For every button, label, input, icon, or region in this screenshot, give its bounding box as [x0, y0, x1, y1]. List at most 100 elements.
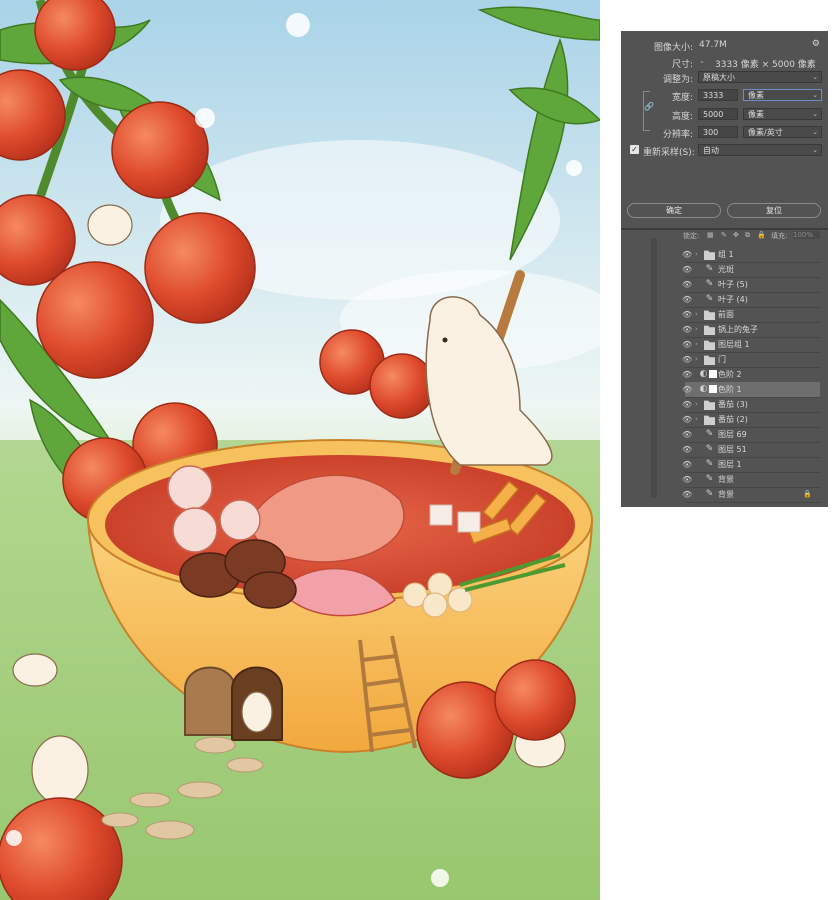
visibility-eye-icon[interactable]: 👁 — [682, 307, 692, 322]
layer-row[interactable]: 👁 › 前面 — [682, 307, 820, 323]
chevron-right-icon[interactable]: › — [695, 352, 698, 367]
folder-icon — [704, 355, 715, 365]
chevron-down-icon: ⌄ — [812, 73, 818, 81]
chevron-down-icon[interactable]: ⌄ — [699, 57, 705, 65]
lock-pixels-icon[interactable]: ▦ — [707, 231, 714, 239]
lock-paint-icon[interactable]: ✎ — [721, 231, 727, 239]
visibility-eye-icon[interactable]: 👁 — [682, 262, 692, 277]
chevron-right-icon[interactable]: › — [695, 337, 698, 352]
fit-to-select[interactable]: 原稿大小 ⌄ — [698, 71, 822, 83]
resolution-unit-value: 像素/英寸 — [748, 128, 783, 137]
fit-to-label: 调整为: — [662, 75, 693, 85]
dimensions-value: 3333 像素 × 5000 像素 — [715, 60, 816, 70]
visibility-eye-icon[interactable]: 👁 — [682, 412, 692, 427]
layer-row[interactable]: 👁 › 门 — [682, 352, 820, 368]
layer-row[interactable]: 👁 ◐ 色阶 2 — [682, 367, 820, 383]
brush-layer-icon: ✎ — [705, 279, 714, 289]
visibility-eye-icon[interactable]: 👁 — [682, 382, 692, 397]
layer-row[interactable]: 👁 ◐ 色阶 1 — [682, 382, 820, 398]
layer-name: 图层 69 — [718, 430, 747, 439]
visibility-eye-icon[interactable]: 👁 — [682, 322, 692, 337]
layer-name: 光斑 — [718, 265, 734, 274]
visibility-eye-icon[interactable]: 👁 — [682, 472, 692, 487]
width-input[interactable]: 3333 — [698, 89, 738, 101]
chevron-down-icon: ⌄ — [812, 110, 818, 118]
layer-row[interactable]: 👁 ✎ 图层 51 — [682, 442, 820, 458]
illustration-canvas — [0, 0, 600, 900]
visibility-eye-icon[interactable]: 👁 — [682, 277, 692, 292]
width-label: 宽度: — [671, 93, 693, 103]
gear-icon[interactable]: ⚙ — [812, 39, 820, 49]
visibility-eye-icon[interactable]: 👁 — [682, 397, 692, 412]
layer-row[interactable]: 👁 › 图层组 1 — [682, 337, 820, 353]
layer-name: 叶子 (4) — [718, 295, 748, 304]
lock-artboard-icon[interactable]: ⧉ — [745, 231, 750, 240]
brush-layer-icon: ✎ — [705, 489, 714, 499]
chevron-right-icon[interactable]: › — [695, 322, 698, 337]
chevron-right-icon[interactable]: › — [695, 247, 698, 262]
resample-label: 重新采样(S): — [643, 148, 695, 158]
resample-select[interactable]: 自动 ⌄ — [698, 144, 822, 156]
lock-move-icon[interactable]: ✥ — [733, 231, 739, 239]
layer-row[interactable]: 👁 ✎ 光斑 — [682, 262, 820, 278]
dimensions-label: 尺寸: — [671, 60, 693, 70]
lock-bar: 锁定: ▦ ✎ ✥ ⧉ 🔒 填充: 100% — [621, 231, 828, 242]
chevron-down-icon: ⌄ — [812, 91, 818, 99]
fill-input[interactable]: 100% — [793, 231, 820, 239]
visibility-eye-icon[interactable]: 👁 — [682, 442, 692, 457]
resample-value: 自动 — [703, 146, 719, 155]
height-unit-select[interactable]: 像素 ⌄ — [743, 108, 822, 120]
layer-name: 锅上的兔子 — [718, 325, 758, 334]
reset-button[interactable]: 复位 — [727, 203, 821, 218]
layer-name: 色阶 1 — [718, 385, 742, 394]
visibility-eye-icon[interactable]: 👁 — [682, 457, 692, 472]
resolution-label: 分辨率: — [662, 130, 693, 140]
chevron-down-icon: ⌄ — [812, 128, 818, 136]
layer-name: 叶子 (5) — [718, 280, 748, 289]
layer-row[interactable]: 👁 ✎ 背景 — [682, 472, 820, 488]
visibility-eye-icon[interactable]: 👁 — [682, 367, 692, 382]
resolution-input[interactable]: 300 — [698, 126, 738, 138]
width-unit-select[interactable]: 像素 ⌄ — [743, 89, 822, 101]
visibility-eye-icon[interactable]: 👁 — [682, 337, 692, 352]
layer-mask-thumbnail[interactable] — [709, 370, 717, 378]
layer-name: 背景 — [718, 475, 734, 484]
panel-scrollbar[interactable] — [651, 238, 657, 498]
resolution-unit-select[interactable]: 像素/英寸 ⌄ — [743, 126, 822, 138]
image-size-dialog: 图像大小: 47.7M ⚙ 尺寸: ⌄ 3333 像素 × 5000 像素 调整… — [621, 31, 828, 230]
visibility-eye-icon[interactable]: 👁 — [682, 487, 692, 502]
layer-name: 背景 — [718, 490, 734, 499]
height-input[interactable]: 5000 — [698, 108, 738, 120]
lock-all-icon[interactable]: 🔒 — [757, 231, 766, 239]
layer-row[interactable]: 👁 ✎ 图层 1 — [682, 457, 820, 473]
visibility-eye-icon[interactable]: 👁 — [682, 352, 692, 367]
layer-row[interactable]: 👁 › 组 1 — [682, 247, 820, 263]
layer-name: 色阶 2 — [718, 370, 742, 379]
layer-row[interactable]: 👁 › 番茄 (3) — [682, 397, 820, 413]
chevron-right-icon[interactable]: › — [695, 397, 698, 412]
brush-layer-icon: ✎ — [705, 429, 714, 439]
layer-name: 图层 1 — [718, 460, 742, 469]
layer-row[interactable]: 👁 ✎ 图层 69 — [682, 427, 820, 443]
ok-button[interactable]: 确定 — [627, 203, 721, 218]
layer-mask-thumbnail[interactable] — [709, 385, 717, 393]
visibility-eye-icon[interactable]: 👁 — [682, 292, 692, 307]
layer-row[interactable]: 👁 › 锅上的兔子 — [682, 322, 820, 338]
folder-icon — [704, 340, 715, 350]
chevron-right-icon[interactable]: › — [695, 307, 698, 322]
lock-icon: 🔒 — [803, 490, 812, 498]
image-size-value: 47.7M — [699, 40, 727, 50]
resample-checkbox[interactable]: ✓ — [630, 145, 639, 154]
layer-row[interactable]: 👁 › 番茄 (2) — [682, 412, 820, 428]
brush-layer-icon: ✎ — [705, 474, 714, 484]
layer-row[interactable]: 👁 ✎ 叶子 (4) — [682, 292, 820, 308]
chevron-down-icon: ⌄ — [812, 146, 818, 154]
visibility-eye-icon[interactable]: 👁 — [682, 427, 692, 442]
layer-name: 图层组 1 — [718, 340, 750, 349]
visibility-eye-icon[interactable]: 👁 — [682, 247, 692, 262]
chevron-right-icon[interactable]: › — [695, 412, 698, 427]
layer-row[interactable]: 👁 ✎ 背景 🔒 — [682, 487, 820, 503]
brush-layer-icon: ✎ — [705, 264, 714, 274]
layer-row[interactable]: 👁 ✎ 叶子 (5) — [682, 277, 820, 293]
lock-label: 锁定: — [683, 232, 700, 240]
